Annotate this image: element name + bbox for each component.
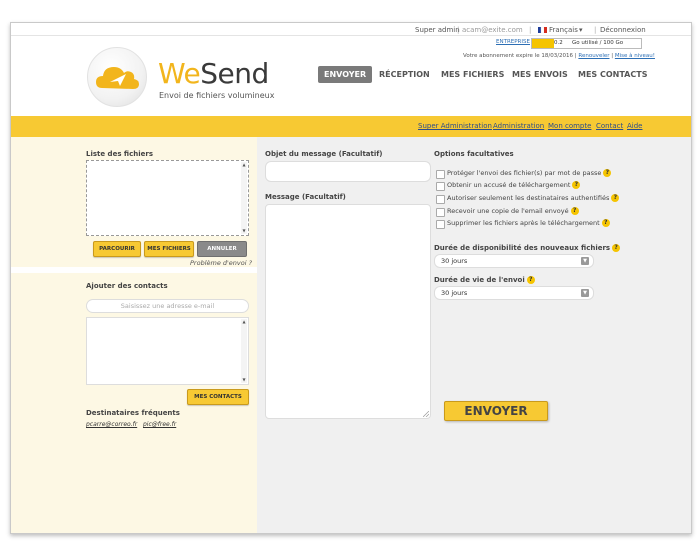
file-drop-area[interactable]: ▲ ▼ xyxy=(86,160,249,236)
admin-link[interactable]: Administration xyxy=(493,122,544,130)
option-checkbox[interactable] xyxy=(436,220,445,229)
separator: | xyxy=(594,26,597,34)
lifetime-label: Durée de vie de l'envoi? xyxy=(434,276,535,284)
upgrade-link[interactable]: Mise à niveau! xyxy=(615,53,655,59)
scroll-up-icon[interactable]: ▲ xyxy=(241,319,247,325)
quota-percent: 0.2 xyxy=(554,40,563,46)
option-label: Supprimer les fichiers après le téléchar… xyxy=(447,219,610,227)
availability-value: 30 jours xyxy=(441,257,468,265)
app-window: Super admin | acam@exite.com | Français … xyxy=(10,22,692,534)
nav-mes-contacts[interactable]: MES CONTACTS xyxy=(578,70,647,79)
lifetime-select[interactable]: 30 jours ▼ xyxy=(434,286,594,300)
brand-part-we: We xyxy=(158,57,201,90)
subject-label: Objet du message (Facultatif) xyxy=(265,150,383,158)
option-checkbox[interactable] xyxy=(436,195,445,204)
scroll-down-icon[interactable]: ▼ xyxy=(241,377,247,383)
help-icon[interactable]: ? xyxy=(526,276,535,284)
lifetime-value: 30 jours xyxy=(441,289,468,297)
logo[interactable] xyxy=(87,47,147,107)
super-admin-link[interactable]: Super Administration xyxy=(418,122,492,130)
help-icon[interactable]: ? xyxy=(570,207,579,215)
nav-mes-fichiers[interactable]: MES FICHIERS xyxy=(441,70,504,79)
availability-label: Durée de disponibilité des nouveaux fich… xyxy=(434,244,621,252)
renew-link[interactable]: Renouveler xyxy=(578,53,609,59)
tagline: Envoi de fichiers volumineux xyxy=(159,91,275,100)
admin-bar: Super Administration Administration Mon … xyxy=(11,116,691,137)
help-icon[interactable]: ? xyxy=(572,181,581,189)
help-icon[interactable]: ? xyxy=(611,194,620,202)
help-icon[interactable]: ? xyxy=(601,219,610,227)
language-select[interactable]: Français xyxy=(549,26,578,34)
brand-name: WeSend xyxy=(158,57,269,90)
message-label: Message (Facultatif) xyxy=(265,193,346,201)
help-link[interactable]: Aide xyxy=(627,122,642,130)
message-textarea[interactable] xyxy=(265,204,431,419)
chevron-down-icon[interactable]: ▼ xyxy=(581,257,589,265)
user-role: Super admin xyxy=(415,26,460,34)
separator: | xyxy=(611,53,614,59)
help-icon[interactable]: ? xyxy=(603,169,612,177)
option-label: Autoriser seulement les destinataires au… xyxy=(447,194,620,202)
scrollbar[interactable]: ▲ ▼ xyxy=(241,319,247,383)
quota-label[interactable]: ENTREPRISE xyxy=(496,39,530,45)
browse-button[interactable]: PARCOURIR xyxy=(93,241,141,257)
my-account-link[interactable]: Mon compte xyxy=(548,122,591,130)
panel-gap xyxy=(11,267,257,273)
separator: | xyxy=(529,26,532,34)
chevron-down-icon[interactable]: ▾ xyxy=(579,26,583,34)
chevron-down-icon[interactable]: ▼ xyxy=(581,289,589,297)
separator: | xyxy=(457,26,460,34)
option-label: Obtenir un accusé de téléchargement? xyxy=(447,181,581,189)
flag-icon xyxy=(538,26,547,34)
option-checkbox[interactable] xyxy=(436,208,445,217)
user-email: acam@exite.com xyxy=(462,26,523,34)
divider xyxy=(11,35,691,36)
frequent-title: Destinataires fréquents xyxy=(86,409,180,417)
email-input[interactable]: Saisissez une adresse e-mail xyxy=(86,299,249,313)
quota-fill xyxy=(532,39,554,48)
frequent-contact[interactable]: pcarre@correo.fr xyxy=(86,421,137,428)
brand-part-send: Send xyxy=(200,57,269,90)
quota-bar: 0.2 Go utilisé / 100 Go xyxy=(531,38,642,49)
logout-link[interactable]: Déconnexion xyxy=(600,26,646,34)
option-checkbox[interactable] xyxy=(436,170,445,179)
nav-envoyer[interactable]: ENVOYER xyxy=(318,66,373,83)
quota-usage: Go utilisé / 100 Go xyxy=(572,40,624,46)
contacts-title: Ajouter des contacts xyxy=(86,282,168,290)
send-button[interactable]: ENVOYER xyxy=(444,401,548,421)
help-icon[interactable]: ? xyxy=(612,244,621,252)
nav-reception[interactable]: RÉCEPTION xyxy=(379,70,430,79)
options-title: Options facultatives xyxy=(434,150,514,158)
cancel-button[interactable]: ANNULER xyxy=(197,241,247,257)
subject-input[interactable] xyxy=(265,161,431,182)
contacts-list-area[interactable]: ▲ ▼ xyxy=(86,317,249,385)
option-label: Protéger l'envoi des fichier(s) par mot … xyxy=(447,169,612,177)
my-files-button[interactable]: MES FICHIERS xyxy=(144,241,194,257)
files-title: Liste des fichiers xyxy=(86,150,154,158)
option-checkbox[interactable] xyxy=(436,182,445,191)
availability-select[interactable]: 30 jours ▼ xyxy=(434,254,594,268)
subscription-text: Votre abonnement expire le 18/03/2016 | xyxy=(463,53,577,59)
cloud-icon xyxy=(96,67,139,89)
my-contacts-button[interactable]: MES CONTACTS xyxy=(187,389,249,405)
subscription-info: Votre abonnement expire le 18/03/2016 | … xyxy=(463,53,655,59)
resize-handle-icon[interactable] xyxy=(423,411,429,417)
frequent-contact[interactable]: pic@free.fr xyxy=(143,421,176,428)
scrollbar[interactable]: ▲ ▼ xyxy=(241,162,247,234)
nav-mes-envois[interactable]: MES ENVOIS xyxy=(512,70,568,79)
scroll-up-icon[interactable]: ▲ xyxy=(241,162,247,168)
scroll-down-icon[interactable]: ▼ xyxy=(241,228,247,234)
problem-link[interactable]: Problème d'envoi ? xyxy=(190,259,252,267)
contact-link[interactable]: Contact xyxy=(596,122,623,130)
option-label: Recevoir une copie de l'email envoyé? xyxy=(447,207,579,215)
